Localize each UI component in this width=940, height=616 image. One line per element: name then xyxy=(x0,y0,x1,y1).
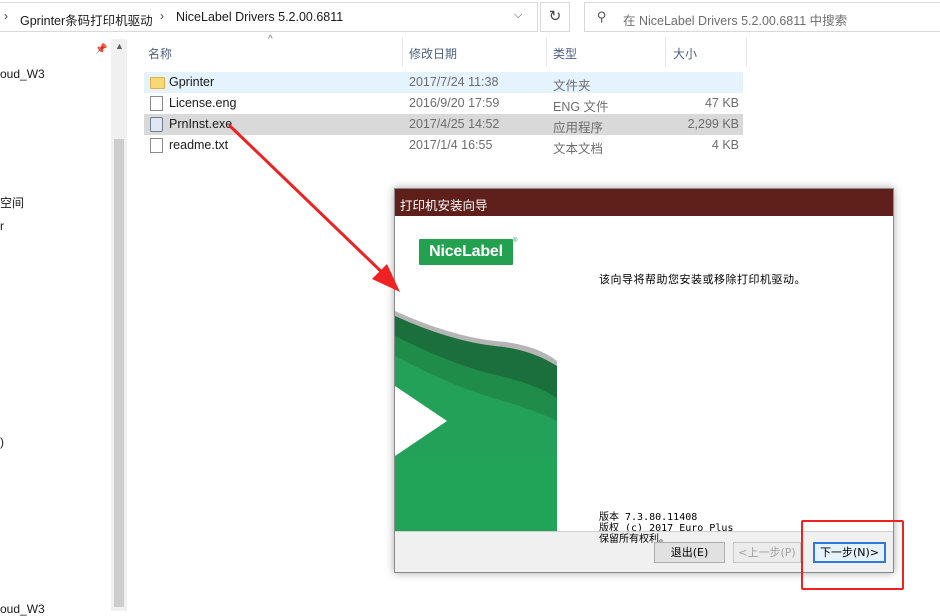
annotation-highlight-box xyxy=(801,520,904,590)
column-divider[interactable] xyxy=(665,38,666,66)
navigation-pane: 📌 oud_W3 空间 r ) oud_W3 ▲ xyxy=(0,33,127,616)
file-size: 2,299 KB xyxy=(687,117,739,131)
file-name: Gprinter xyxy=(169,75,215,89)
file-type: ENG 文件 xyxy=(553,100,609,114)
back-button[interactable]: <上一步(P) xyxy=(733,542,801,563)
breadcrumb-parent[interactable]: Gprinter条码打印机驱动 xyxy=(20,10,153,29)
nav-item[interactable]: r xyxy=(0,219,4,233)
address-bar-row: › Gprinter条码打印机驱动 › NiceLabel Drivers 5.… xyxy=(0,0,940,33)
breadcrumb-separator[interactable]: › xyxy=(160,9,164,23)
column-divider[interactable] xyxy=(546,38,547,66)
search-icon: ⚲ xyxy=(597,9,607,24)
file-date: 2016/9/20 17:59 xyxy=(409,96,500,110)
nav-scrollbar-thumb[interactable] xyxy=(114,139,124,607)
breadcrumb-separator: › xyxy=(4,9,8,23)
file-row[interactable]: License.eng 2016/9/20 17:59 ENG 文件 47 KB xyxy=(144,93,743,114)
exit-button[interactable]: 退出(E) xyxy=(654,542,725,563)
wizard-message: 该向导将帮助您安装或移除打印机驱动。 xyxy=(599,273,806,286)
column-header-date[interactable]: 修改日期 xyxy=(409,45,457,62)
column-header-type[interactable]: 类型 xyxy=(553,45,577,62)
chevron-down-icon[interactable]: ⌵ xyxy=(514,9,522,22)
refresh-button[interactable]: ↻ xyxy=(540,2,570,32)
file-name: readme.txt xyxy=(169,138,229,152)
nav-scrollbar[interactable]: ▲ xyxy=(111,39,127,611)
file-size: 47 KB xyxy=(704,96,739,110)
column-header-name[interactable]: 名称 xyxy=(148,45,172,62)
file-row[interactable]: PrnInst.exe 2017/4/25 14:52 应用程序 2,299 K… xyxy=(144,114,743,135)
file-date: 2017/1/4 16:55 xyxy=(409,138,493,152)
pin-icon[interactable]: 📌 xyxy=(95,44,107,55)
nav-item[interactable]: oud_W3 xyxy=(0,67,45,81)
file-name: PrnInst.exe xyxy=(169,117,233,131)
nav-item[interactable]: ) xyxy=(0,435,4,449)
version-info: 版本 7.3.80.11408 版权 (c) 2017 Euro Plus 保留… xyxy=(599,512,733,545)
file-name: License.eng xyxy=(169,96,237,110)
nav-item[interactable]: 空间 xyxy=(0,194,24,211)
folder-icon xyxy=(150,77,165,89)
dialog-title[interactable]: 打印机安装向导 xyxy=(395,189,893,216)
trademark-icon: ® xyxy=(513,238,518,244)
file-type: 应用程序 xyxy=(553,121,604,135)
file-row[interactable]: readme.txt 2017/1/4 16:55 文本文档 4 KB xyxy=(144,135,743,156)
file-row[interactable]: Gprinter 2017/7/24 11:38 文件夹 xyxy=(144,72,743,93)
search-placeholder: 在 NiceLabel Drivers 5.2.00.6811 中搜索 xyxy=(623,14,848,28)
column-divider[interactable] xyxy=(746,38,747,66)
document-icon xyxy=(150,96,163,111)
sort-caret-icon: ^ xyxy=(268,34,273,45)
column-divider[interactable] xyxy=(402,38,403,66)
install-wizard-dialog: 打印机安装向导 NiceLabel ® 该向导将帮助您安装或移除打印机驱动。 版… xyxy=(394,188,894,573)
file-date: 2017/4/25 14:52 xyxy=(409,117,500,131)
dialog-body: NiceLabel ® 该向导将帮助您安装或移除打印机驱动。 版本 7.3.80… xyxy=(395,216,893,545)
nav-item[interactable]: oud_W3 xyxy=(0,602,45,616)
file-type: 文件夹 xyxy=(553,79,591,93)
nicelabel-logo: NiceLabel xyxy=(419,239,513,265)
breadcrumb-current[interactable]: NiceLabel Drivers 5.2.00.6811 xyxy=(176,10,343,24)
column-header-size[interactable]: 大小 xyxy=(673,45,697,62)
file-type: 文本文档 xyxy=(553,142,604,156)
file-size: 4 KB xyxy=(711,138,739,152)
installer-icon xyxy=(150,117,163,132)
text-file-icon xyxy=(150,138,163,153)
version-line: 版本 7.3.80.11408 xyxy=(599,512,698,523)
scroll-up-icon[interactable]: ▲ xyxy=(115,41,124,51)
search-input[interactable]: ⚲ 在 NiceLabel Drivers 5.2.00.6811 中搜索 xyxy=(584,2,940,32)
copyright-line: 版权 (c) 2017 Euro Plus xyxy=(599,523,734,534)
address-bar[interactable]: › Gprinter条码打印机驱动 › NiceLabel Drivers 5.… xyxy=(0,2,538,32)
file-date: 2017/7/24 11:38 xyxy=(409,75,499,89)
